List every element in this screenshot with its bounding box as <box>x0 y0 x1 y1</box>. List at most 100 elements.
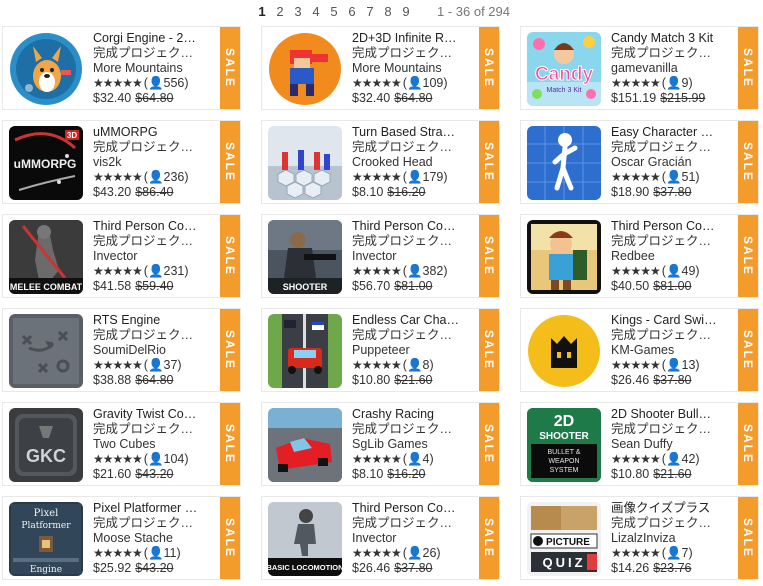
asset-category[interactable]: 完成プロジェクト… <box>352 46 460 61</box>
asset-publisher[interactable]: Two Cubes <box>93 437 201 452</box>
character-thumbnail[interactable] <box>527 126 601 200</box>
asset-card[interactable]: MELEE COMBAT Third Person Co… 完成プロジェクト… … <box>2 214 241 298</box>
asset-category[interactable]: 完成プロジェクト… <box>611 140 719 155</box>
page-8-link[interactable]: 8 <box>379 4 397 19</box>
asset-title[interactable]: Third Person Co… <box>93 219 201 234</box>
asset-publisher[interactable]: Invector <box>93 249 201 264</box>
asset-publisher[interactable]: Oscar Gracián <box>611 155 719 170</box>
cartoon-thumbnail[interactable] <box>527 220 601 294</box>
page-3-link[interactable]: 3 <box>289 4 307 19</box>
asset-publisher[interactable]: KM-Games <box>611 343 719 358</box>
asset-card[interactable]: Pixel Platformer Engine Pixel Platformer …… <box>2 496 241 580</box>
page-1-link[interactable]: 1 <box>253 4 271 19</box>
asset-category[interactable]: 完成プロジェクト… <box>611 422 719 437</box>
page-6-link[interactable]: 6 <box>343 4 361 19</box>
asset-title[interactable]: Third Person Co… <box>352 501 460 516</box>
asset-title[interactable]: Third Person Co… <box>352 219 460 234</box>
mmorpg-thumbnail[interactable]: 3D uMMORPG <box>9 126 83 200</box>
asset-title[interactable]: RTS Engine <box>93 313 201 328</box>
asset-title[interactable]: 2D Shooter Bull… <box>611 407 719 422</box>
page-2-link[interactable]: 2 <box>271 4 289 19</box>
asset-publisher[interactable]: gamevanilla <box>611 61 719 76</box>
crashy-thumbnail[interactable] <box>268 408 342 482</box>
asset-publisher[interactable]: More Mountains <box>93 61 201 76</box>
asset-title[interactable]: Turn Based Stra… <box>352 125 460 140</box>
asset-title[interactable]: 2D+3D Infinite R… <box>352 31 460 46</box>
asset-publisher[interactable]: Redbee <box>611 249 719 264</box>
page-9-link[interactable]: 9 <box>397 4 415 19</box>
asset-title[interactable]: Pixel Platformer … <box>93 501 201 516</box>
asset-title[interactable]: Candy Match 3 Kit <box>611 31 719 46</box>
asset-title[interactable]: uMMORPG <box>93 125 201 140</box>
asset-category[interactable]: 完成プロジェクト… <box>611 234 719 249</box>
asset-publisher[interactable]: Sean Duffy <box>611 437 719 452</box>
asset-publisher[interactable]: vis2k <box>93 155 201 170</box>
asset-card[interactable]: 3D uMMORPG uMMORPG 完成プロジェクト… vis2k ★★★★★ … <box>2 120 241 204</box>
bullet-thumbnail[interactable]: 2D SHOOTER BULLET & WEAPON SYSTEM <box>527 408 601 482</box>
hexgrid-thumbnail[interactable] <box>268 126 342 200</box>
asset-publisher[interactable]: SgLib Games <box>352 437 460 452</box>
asset-title[interactable]: Crashy Racing <box>352 407 460 422</box>
page-7-link[interactable]: 7 <box>361 4 379 19</box>
asset-publisher[interactable]: Crooked Head <box>352 155 460 170</box>
asset-card[interactable]: PICTURE QUIZ 画像クイズプラス 完成プロジェクト… LizalzInv… <box>520 496 759 580</box>
asset-title[interactable]: Easy Character … <box>611 125 719 140</box>
asset-category[interactable]: 完成プロジェクト… <box>611 328 719 343</box>
asset-card[interactable]: Easy Character … 完成プロジェクト… Oscar Gracián… <box>520 120 759 204</box>
gkc-thumbnail[interactable]: GKC <box>9 408 83 482</box>
runner-thumbnail[interactable] <box>268 32 342 106</box>
asset-card[interactable]: Third Person Co… 完成プロジェクト… Redbee ★★★★★ … <box>520 214 759 298</box>
shooter-thumbnail[interactable]: SHOOTER <box>268 220 342 294</box>
locomotion-thumbnail[interactable]: BASIC LOCOMOTION <box>268 502 342 576</box>
asset-category[interactable]: 完成プロジェクト… <box>93 234 201 249</box>
asset-category[interactable]: 完成プロジェクト… <box>93 516 201 531</box>
page-5-link[interactable]: 5 <box>325 4 343 19</box>
candy-thumbnail[interactable]: Candy Match 3 Kit <box>527 32 601 106</box>
asset-card[interactable]: Kings - Card Swi… 完成プロジェクト… KM-Games ★★★… <box>520 308 759 392</box>
asset-card[interactable]: Crashy Racing 完成プロジェクト… SgLib Games ★★★★… <box>261 402 500 486</box>
asset-publisher[interactable]: More Mountains <box>352 61 460 76</box>
asset-category[interactable]: 完成プロジェクト… <box>93 328 201 343</box>
page-4-link[interactable]: 4 <box>307 4 325 19</box>
asset-card[interactable]: Corgi Engine - 2… 完成プロジェクト… More Mountai… <box>2 26 241 110</box>
asset-publisher[interactable]: Moose Stache <box>93 531 201 546</box>
asset-card[interactable]: 2D+3D Infinite R… 完成プロジェクト… More Mountai… <box>261 26 500 110</box>
asset-title[interactable]: 画像クイズプラス <box>611 501 719 516</box>
car-chase-thumbnail[interactable] <box>268 314 342 388</box>
asset-publisher[interactable]: Invector <box>352 249 460 264</box>
asset-card[interactable]: 2D SHOOTER BULLET & WEAPON SYSTEM 2D Shooter… <box>520 402 759 486</box>
asset-category[interactable]: 完成プロジェクト… <box>93 422 201 437</box>
asset-category[interactable]: 完成プロジェクト… <box>93 46 201 61</box>
asset-publisher[interactable]: LizalzInviza <box>611 531 719 546</box>
asset-publisher[interactable]: Invector <box>352 531 460 546</box>
asset-category[interactable]: 完成プロジェクト… <box>352 516 460 531</box>
asset-card[interactable]: SHOOTER Third Person Co… 完成プロジェクト… Invec… <box>261 214 500 298</box>
asset-category[interactable]: 完成プロジェクト… <box>352 422 460 437</box>
asset-title[interactable]: Kings - Card Swi… <box>611 313 719 328</box>
asset-category[interactable]: 完成プロジェクト… <box>352 140 460 155</box>
sale-price: $41.58 <box>93 279 132 293</box>
kings-thumbnail[interactable] <box>527 314 601 388</box>
asset-card[interactable]: Candy Match 3 Kit Candy Match 3 Kit 完成プロジ… <box>520 26 759 110</box>
asset-card[interactable]: Endless Car Cha… 完成プロジェクト… Puppeteer ★★★… <box>261 308 500 392</box>
asset-title[interactable]: Gravity Twist Co… <box>93 407 201 422</box>
asset-card[interactable]: Turn Based Stra… 完成プロジェクト… Crooked Head … <box>261 120 500 204</box>
asset-title[interactable]: Corgi Engine - 2… <box>93 31 201 46</box>
asset-category[interactable]: 完成プロジェクト… <box>611 516 719 531</box>
asset-publisher[interactable]: SoumiDelRio <box>93 343 201 358</box>
quiz-thumbnail[interactable]: PICTURE QUIZ <box>527 502 601 576</box>
pixel-thumbnail[interactable]: Pixel Platformer Engine <box>9 502 83 576</box>
rts-thumbnail[interactable] <box>9 314 83 388</box>
asset-publisher[interactable]: Puppeteer <box>352 343 460 358</box>
asset-card[interactable]: GKC Gravity Twist Co… 完成プロジェクト… Two Cube… <box>2 402 241 486</box>
asset-category[interactable]: 完成プロジェクト… <box>352 234 460 249</box>
asset-card[interactable]: RTS Engine 完成プロジェクト… SoumiDelRio ★★★★★ (… <box>2 308 241 392</box>
asset-category[interactable]: 完成プロジェクト… <box>352 328 460 343</box>
asset-title[interactable]: Endless Car Cha… <box>352 313 460 328</box>
asset-category[interactable]: 完成プロジェクト… <box>611 46 719 61</box>
asset-title[interactable]: Third Person Co… <box>611 219 719 234</box>
melee-thumbnail[interactable]: MELEE COMBAT <box>9 220 83 294</box>
asset-card[interactable]: BASIC LOCOMOTION Third Person Co… 完成プロジェ… <box>261 496 500 580</box>
asset-category[interactable]: 完成プロジェクト… <box>93 140 201 155</box>
corgi-thumbnail[interactable] <box>9 32 83 106</box>
